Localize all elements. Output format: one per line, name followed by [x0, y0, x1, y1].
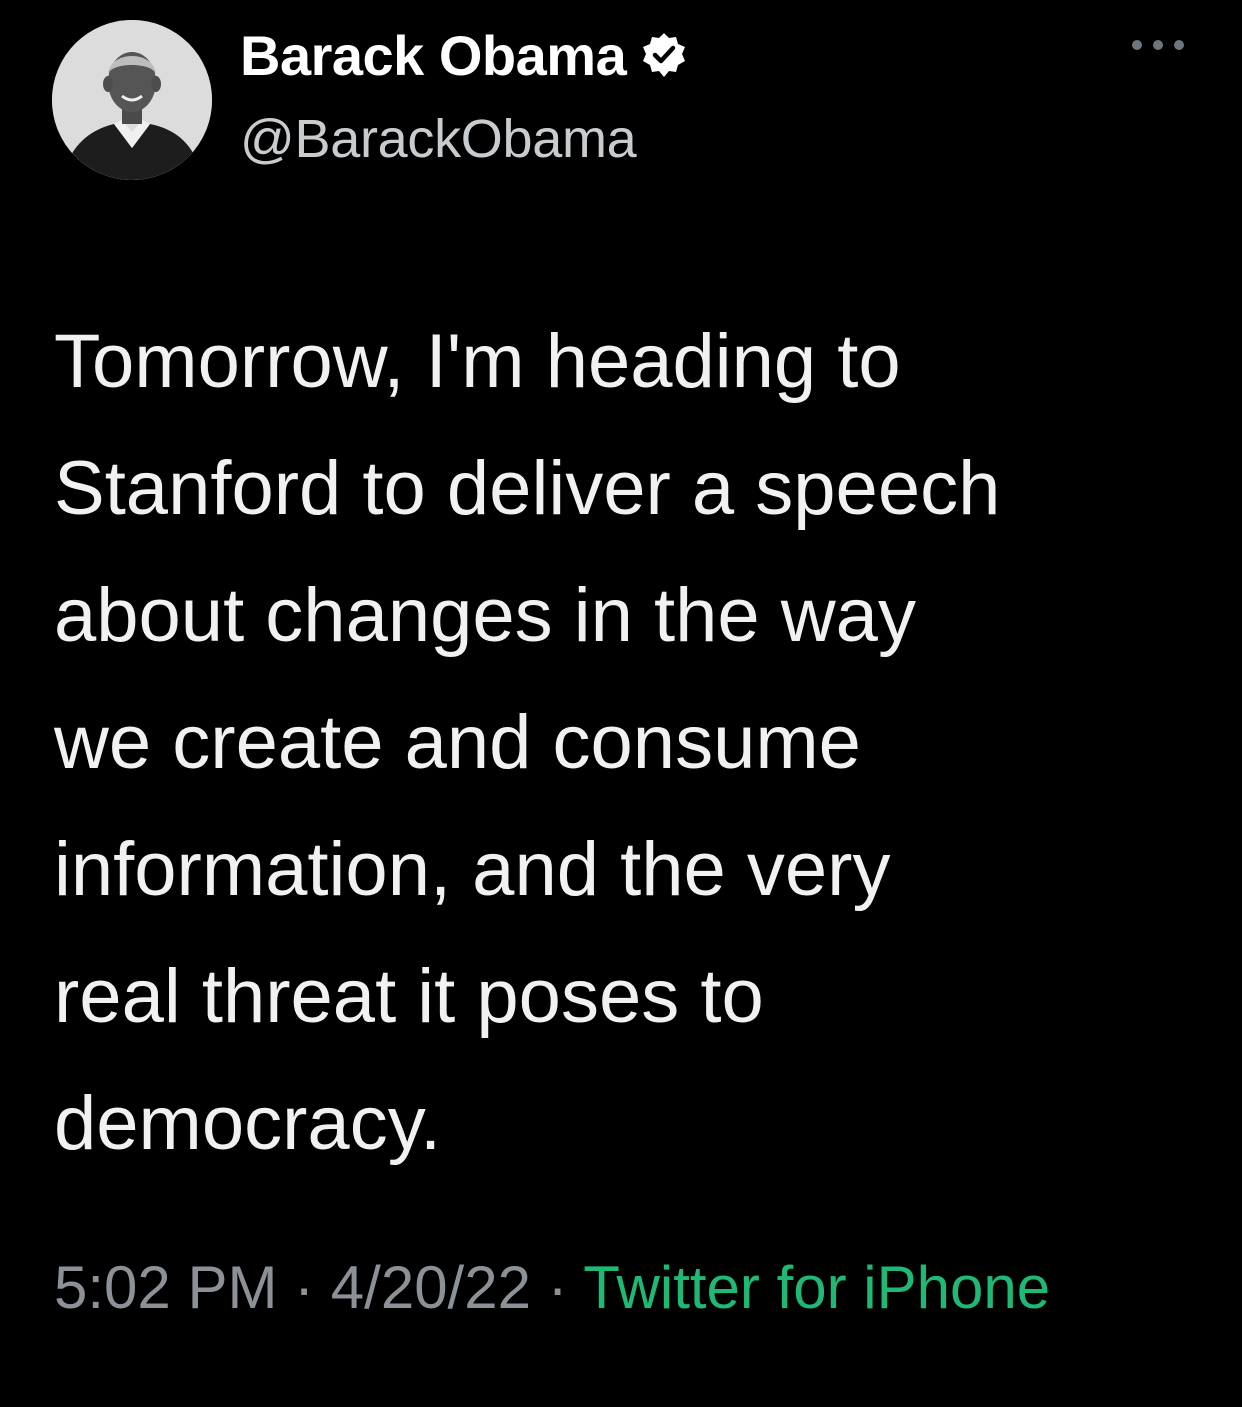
- tweet-time[interactable]: 5:02 PM: [54, 1254, 277, 1321]
- avatar[interactable]: [52, 20, 212, 180]
- meta-separator: ·: [294, 1254, 331, 1321]
- profile-photo: [52, 20, 212, 180]
- tweet-date[interactable]: 4/20/22: [331, 1254, 531, 1321]
- verified-badge-icon: [640, 31, 688, 79]
- tweet-meta: 5:02 PM · 4/20/22 · Twitter for iPhone: [54, 1240, 1204, 1336]
- author-name-row[interactable]: Barack Obama: [240, 20, 688, 90]
- tweet-text: Tomorrow, I'm heading to Stanford to del…: [54, 319, 1001, 1166]
- dot: [1174, 40, 1184, 50]
- display-name[interactable]: Barack Obama: [240, 23, 627, 88]
- author-handle[interactable]: @BarackObama: [240, 108, 637, 170]
- more-options-icon[interactable]: [1132, 30, 1184, 60]
- dot: [1153, 40, 1163, 50]
- tweet-source-link[interactable]: Twitter for iPhone: [583, 1254, 1050, 1321]
- tweet-card: Barack Obama @BarackObama Tomorrow, I'm …: [0, 0, 1242, 1407]
- meta-separator: ·: [547, 1254, 584, 1321]
- dot: [1132, 40, 1142, 50]
